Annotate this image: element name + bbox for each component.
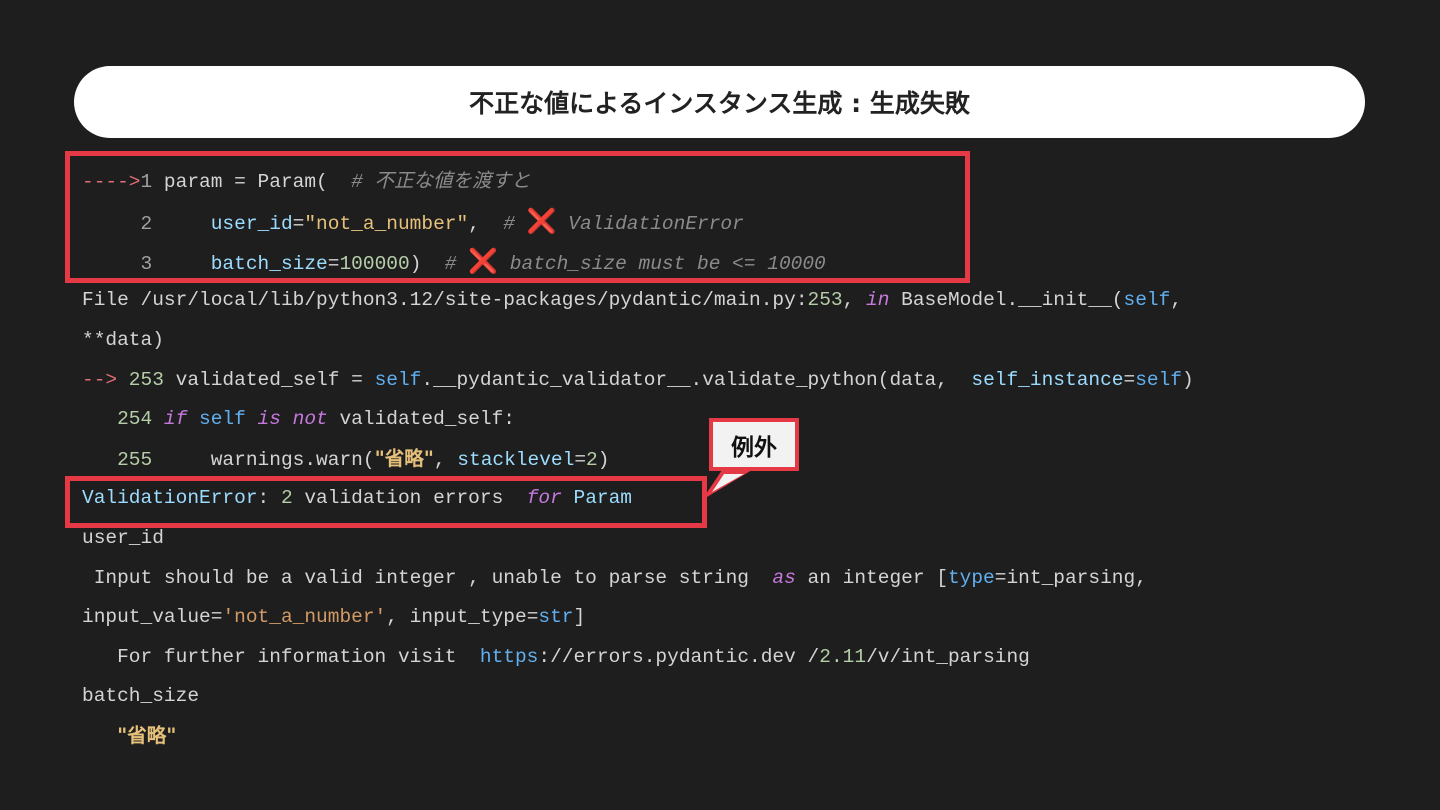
traceback-line-254: 254 if self is not validated_self: [82,407,515,431]
pointer-arrow: --> [82,369,118,391]
error-field-user-id: user_id [82,527,164,549]
traceback-line-255: 255 warnings.warn("省略", stacklevel=2) [82,447,609,472]
code-equals: = [1123,369,1136,391]
code-text: =int_parsing, [994,567,1147,589]
code-text: File [82,289,141,311]
code-text: ://errors.pydantic.dev / [538,646,820,668]
omitted-message-line: "省略" [82,724,176,749]
error-input-line: input_value='not_a_number', input_type=s… [82,605,585,629]
code-keyword: is [257,408,281,430]
code-self: self [1123,289,1171,311]
code-self: self [199,408,246,430]
code-text: ) [597,449,610,471]
file-path: /usr/local/lib/python3.12/site-packages/… [140,289,808,311]
line-number: 253 [807,289,843,311]
code-text: For further information visit [82,646,480,668]
code-text: .__pydantic_validator__.validate_python(… [421,369,972,391]
code-self: self [374,369,422,391]
code-text: ) [1182,369,1194,391]
slide-title: 不正な値によるインスタンス生成 : 生成失敗 [74,66,1365,138]
traceback-file-line: File /usr/local/lib/python3.12/site-pack… [82,288,1182,312]
code-text: warnings.warn( [152,449,375,471]
code-text: BaseModel.__init__( [889,289,1124,311]
code-builtin: type [947,567,995,589]
code-text: , [433,449,458,471]
code-string: 'not_a_number' [222,606,387,628]
code-keyword: as [772,567,796,589]
code-self: self [1135,369,1183,391]
traceback-line-253: --> 253 validated_self = self.__pydantic… [82,368,1194,392]
code-keyword: not [292,408,328,430]
error-info-link-line: For further information visit https://er… [82,645,1030,669]
code-text: an integer [ [795,567,948,589]
code-number: 2 [586,449,598,471]
traceback-continuation: **data) [82,329,164,351]
code-highlight-box [65,151,970,283]
code-keyword-arg: stacklevel [457,449,575,471]
code-text: Input should be a valid integer , unable… [82,567,773,589]
code-equals: = [574,449,587,471]
code-text: input_value= [82,606,223,628]
code-builtin: str [538,606,574,628]
code-text: validated_self = [163,369,375,391]
code-string: "省略" [374,447,434,470]
code-keyword: if [163,408,188,430]
code-text: /v/int_parsing [866,646,1030,668]
line-number: 255 [117,449,153,471]
code-url-scheme: https [479,646,539,668]
code-keyword-arg: self_instance [971,369,1124,391]
code-text: ] [573,606,586,628]
code-keyword: in [866,289,890,311]
line-number: 253 [117,369,164,391]
callout-tail-icon [702,470,752,500]
code-text: validated_self: [327,408,515,430]
exception-highlight-box [65,476,707,528]
code-text: , [1170,289,1183,311]
error-message-line: Input should be a valid integer , unable… [82,566,1147,590]
line-number: 254 [117,408,153,430]
exception-callout: 例外 [709,418,799,471]
code-text: , [842,289,867,311]
code-number: 2.11 [819,646,867,668]
error-field-batch-size: batch_size [82,685,200,707]
code-string: "省略" [117,724,177,747]
code-text: , input_type= [386,606,539,628]
